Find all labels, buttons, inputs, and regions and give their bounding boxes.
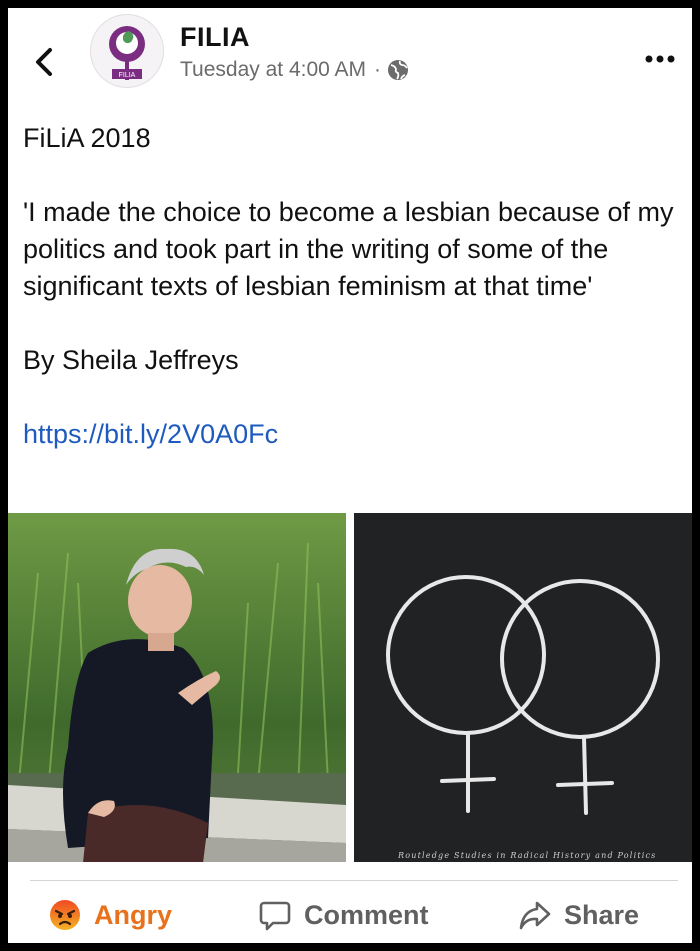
post-quote: 'I made the choice to become a lesbian b… [23, 197, 674, 301]
angry-reaction-button[interactable]: Angry [48, 898, 172, 932]
post-author: By Sheila Jeffreys [23, 345, 239, 375]
post-text: FiLiA 2018 'I made the choice to become … [23, 120, 683, 453]
more-options-button[interactable] [642, 50, 678, 68]
page-name[interactable]: FILIA [180, 22, 250, 53]
angry-face-icon [50, 900, 80, 930]
comment-icon [259, 901, 291, 931]
angry-label: Angry [94, 899, 173, 930]
filia-logo: FILIA [109, 26, 145, 80]
photo-portrait[interactable] [8, 513, 346, 862]
share-arrow-icon [519, 901, 551, 930]
photo-symbol[interactable] [354, 513, 692, 862]
portrait-image [8, 513, 346, 862]
post-link[interactable]: https://bit.ly/2V0A0Fc [23, 416, 683, 453]
share-button[interactable]: Share [518, 898, 639, 932]
post-meta: Tuesday at 4:00 AM · [180, 58, 409, 82]
back-button[interactable] [30, 42, 58, 82]
share-label: Share [564, 899, 640, 930]
double-venus-image [354, 513, 692, 862]
svg-text:FILIA: FILIA [119, 72, 136, 79]
post-timestamp[interactable]: Tuesday at 4:00 AM [180, 58, 366, 82]
post-heading: FiLiA 2018 [23, 123, 151, 153]
action-divider [30, 880, 678, 881]
comment-label: Comment [304, 899, 429, 930]
globe-icon [388, 60, 408, 80]
image-caption: Routledge Studies in Radical History and… [398, 851, 657, 860]
chevron-left-icon [36, 48, 52, 76]
page-avatar[interactable]: FILIA [90, 14, 164, 88]
post-card: FILIA FILIA Tuesday at 4:00 AM · FiLiA 2… [8, 8, 692, 943]
more-horizontal-icon [645, 55, 675, 63]
comment-button[interactable]: Comment [258, 898, 429, 932]
meta-separator: · [374, 58, 381, 81]
